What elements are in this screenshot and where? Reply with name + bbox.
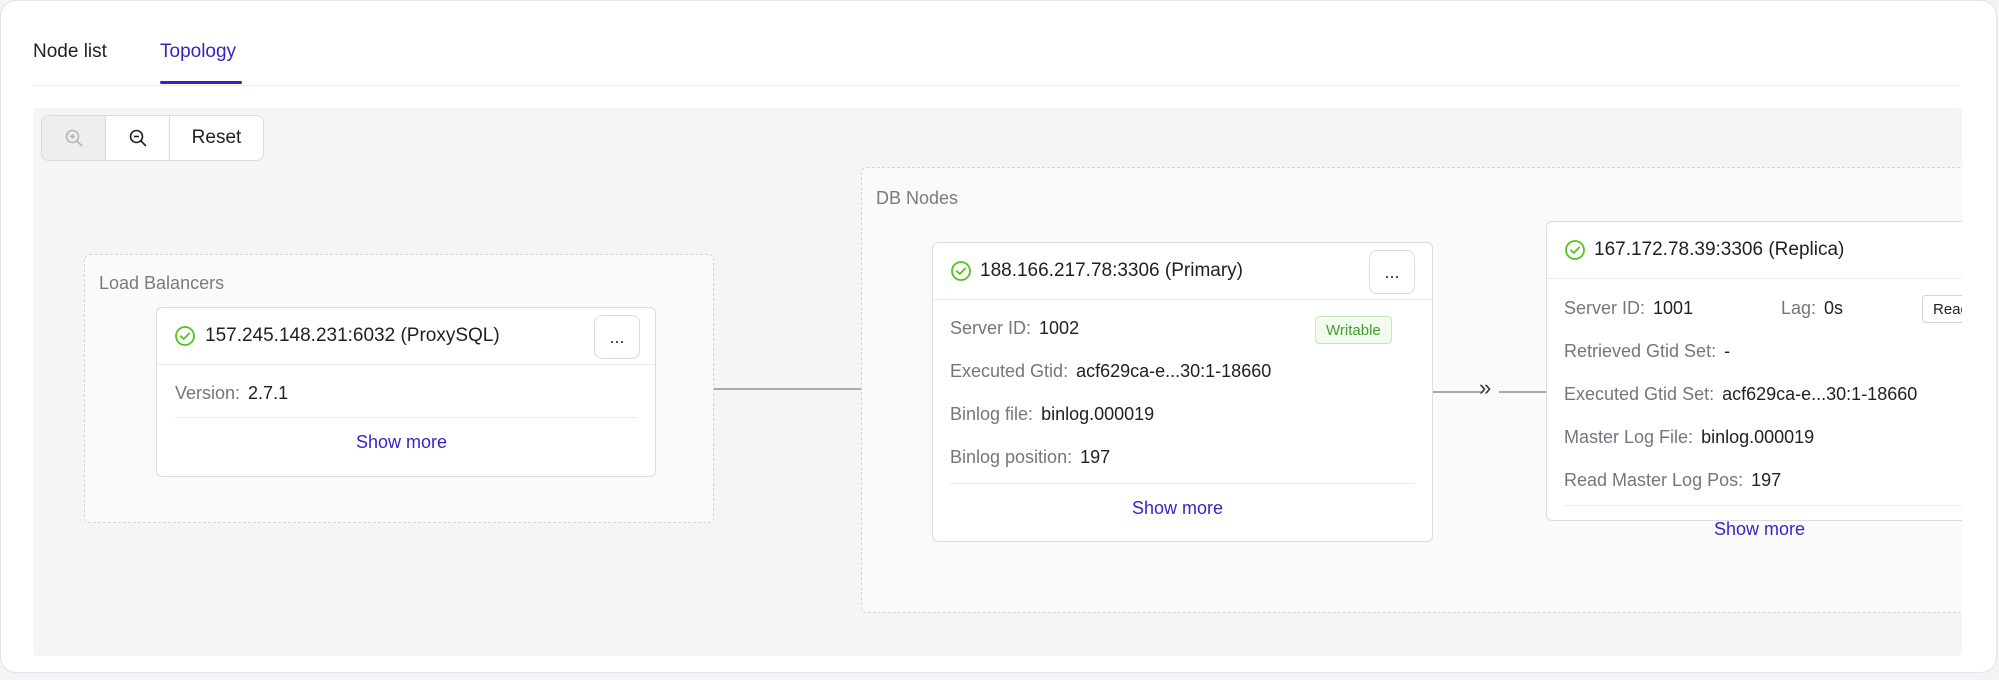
retrieved-gtid-label: Retrieved Gtid Set: [1564, 341, 1717, 361]
divider [175, 417, 637, 418]
topology-card: Node list Topology Reset Load Balancers … [0, 0, 1997, 673]
executed-gtid-label: Executed Gtid: [950, 361, 1069, 381]
reset-zoom-button[interactable]: Reset [170, 116, 263, 160]
check-circle-icon [175, 326, 195, 346]
lag-label: Lag: [1781, 298, 1817, 318]
executed-gtid-set-row: Executed Gtid Set: acf629ca-e...30:1-1866… [1564, 384, 1917, 405]
replication-line [1433, 391, 1481, 393]
group-title: Load Balancers [99, 273, 225, 293]
active-tab-indicator [160, 81, 242, 84]
server-id-value: 1001 [1653, 298, 1694, 318]
node-title: 157.245.148.231:6032 (ProxySQL) [205, 325, 500, 346]
zoom-in-icon [65, 129, 82, 147]
read-master-log-pos-row: Read Master Log Pos: 197 [1564, 470, 1781, 491]
zoom-out-button[interactable] [106, 116, 170, 160]
binlog-file-value: binlog.000019 [1041, 404, 1155, 424]
node-header: 167.172.78.39:3306 (Replica) [1547, 222, 1962, 279]
retrieved-gtid-row: Retrieved Gtid Set: - [1564, 341, 1730, 362]
binlog-position-row: Binlog position: 197 [950, 447, 1110, 468]
binlog-position-value: 197 [1080, 447, 1111, 467]
proxysql-node[interactable]: 157.245.148.231:6032 (ProxySQL) ... Vers… [156, 307, 656, 477]
executed-gtid-set-value: acf629ca-e...30:1-18660 [1722, 384, 1918, 404]
divider [1564, 505, 1962, 506]
zoom-in-button[interactable] [42, 116, 106, 160]
check-circle-icon [951, 261, 971, 281]
show-more-link[interactable]: Show more [356, 432, 447, 453]
executed-gtid-set-label: Executed Gtid Set: [1564, 384, 1715, 404]
server-id-row: Server ID: 1001 [1564, 298, 1693, 319]
binlog-file-row: Binlog file: binlog.000019 [950, 404, 1154, 425]
zoom-out-icon [129, 129, 146, 147]
node-header: 188.166.217.78:3306 (Primary) ... [933, 243, 1432, 300]
server-id-value: 1002 [1039, 318, 1080, 338]
binlog-file-label: Binlog file: [950, 404, 1034, 424]
connector-line [714, 388, 861, 390]
lag-row: Lag: 0s [1781, 298, 1843, 319]
show-more-link[interactable]: Show more [1132, 498, 1223, 519]
group-title: DB Nodes [876, 188, 959, 208]
tab-node-list[interactable]: Node list [33, 41, 107, 63]
zoom-controls: Reset [41, 115, 264, 161]
primary-node[interactable]: 188.166.217.78:3306 (Primary) ... Server… [932, 242, 1433, 542]
divider [950, 483, 1415, 484]
tab-bar: Node list Topology [33, 1, 1958, 86]
node-more-button[interactable]: ... [594, 315, 640, 359]
server-id-label: Server ID: [950, 318, 1032, 338]
executed-gtid-value: acf629ca-e...30:1-18660 [1076, 361, 1272, 381]
read-master-log-pos-value: 197 [1751, 470, 1782, 490]
version-label: Version: [175, 383, 241, 403]
retrieved-gtid-value: - [1724, 341, 1731, 361]
writable-badge: Writable [1315, 316, 1392, 344]
lag-value: 0s [1824, 298, 1844, 318]
server-id-label: Server ID: [1564, 298, 1646, 318]
node-title: 167.172.78.39:3306 (Replica) [1594, 239, 1845, 260]
node-header: 157.245.148.231:6032 (ProxySQL) ... [157, 308, 655, 365]
executed-gtid-row: Executed Gtid: acf629ca-e...30:1-18660 [950, 361, 1271, 382]
master-log-file-label: Master Log File: [1564, 427, 1694, 447]
tab-topology[interactable]: Topology [160, 41, 236, 63]
replication-arrow-icon: » [1479, 375, 1492, 400]
master-log-file-row: Master Log File: binlog.000019 [1564, 427, 1814, 448]
binlog-position-label: Binlog position: [950, 447, 1073, 467]
replication-line [1499, 391, 1546, 393]
check-circle-icon [1565, 240, 1585, 260]
server-id-row: Server ID: 1002 [950, 318, 1079, 339]
node-title: 188.166.217.78:3306 (Primary) [980, 260, 1243, 281]
version-row: Version: 2.7.1 [175, 383, 288, 404]
version-value: 2.7.1 [248, 383, 289, 403]
topology-canvas[interactable]: Reset Load Balancers 157.245.148.231:603… [33, 108, 1962, 656]
readonly-badge: Readon [1922, 295, 1962, 323]
node-more-button[interactable]: ... [1369, 250, 1415, 294]
replica-node[interactable]: 167.172.78.39:3306 (Replica) Server ID: 1… [1546, 221, 1962, 521]
read-master-log-pos-label: Read Master Log Pos: [1564, 470, 1744, 490]
show-more-link[interactable]: Show more [1714, 519, 1805, 540]
master-log-file-value: binlog.000019 [1701, 427, 1815, 447]
